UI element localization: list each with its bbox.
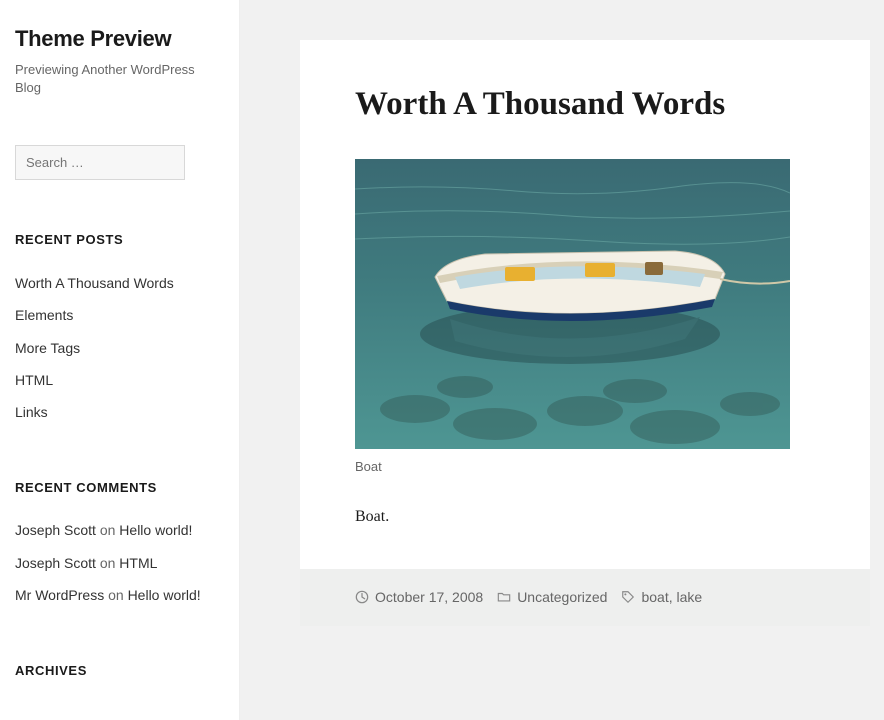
clock-icon [355,590,369,604]
archives-heading: ARCHIVES [15,661,224,681]
site-title-link[interactable]: Theme Preview [15,26,171,51]
list-item: Joseph Scott on HTML [15,548,224,578]
list-item: Joseph Scott on Hello world! [15,515,224,545]
comment-author-link[interactable]: Joseph Scott [15,555,96,571]
sidebar: Theme Preview Previewing Another WordPre… [0,0,240,720]
tag-icon [621,590,635,604]
recent-posts-heading: RECENT POSTS [15,230,224,250]
image-caption: Boat [355,457,815,477]
comment-author-link[interactable]: Mr WordPress [15,587,104,603]
list-item: HTML [15,365,224,395]
post-figure: Boat [355,159,815,477]
post-title: Worth A Thousand Words [355,84,815,125]
comment-on-text: on [100,522,116,538]
post-category-link[interactable]: Uncategorized [517,587,607,608]
list-item: Links [15,397,224,427]
recent-comments-heading: RECENT COMMENTS [15,478,224,498]
list-item: Mr WordPress on Hello world! [15,580,224,610]
search-widget [15,145,224,180]
list-item: More Tags [15,333,224,363]
list-item: Worth A Thousand Words [15,268,224,298]
search-input[interactable] [15,145,185,180]
post: Worth A Thousand Words [300,40,870,626]
comment-post-link[interactable]: HTML [119,555,157,571]
main-content: Worth A Thousand Words [240,0,884,720]
recent-post-link[interactable]: HTML [15,372,53,388]
recent-post-link[interactable]: Links [15,404,48,420]
comment-on-text: on [100,555,116,571]
comment-author-link[interactable]: Joseph Scott [15,522,96,538]
recent-comments-widget: RECENT COMMENTS Joseph Scott on Hello wo… [15,478,224,611]
comment-post-link[interactable]: Hello world! [119,522,192,538]
list-item: Elements [15,300,224,330]
post-tags-link[interactable]: boat, lake [641,587,702,608]
post-body-text: Boat. [355,505,815,529]
site-tagline: Previewing Another WordPress Blog [15,61,224,97]
post-meta-footer: October 17, 2008 Uncategorized boat, lak… [300,569,870,626]
boat-image [355,159,790,449]
site-title: Theme Preview [15,22,224,55]
folder-icon [497,590,511,604]
comment-post-link[interactable]: Hello world! [128,587,201,603]
recent-post-link[interactable]: Worth A Thousand Words [15,275,174,291]
recent-posts-widget: RECENT POSTS Worth A Thousand Words Elem… [15,230,224,427]
comment-on-text: on [108,587,124,603]
recent-post-link[interactable]: More Tags [15,340,80,356]
recent-post-link[interactable]: Elements [15,307,73,323]
archives-widget: ARCHIVES [15,661,224,681]
post-date-link[interactable]: October 17, 2008 [375,587,483,608]
